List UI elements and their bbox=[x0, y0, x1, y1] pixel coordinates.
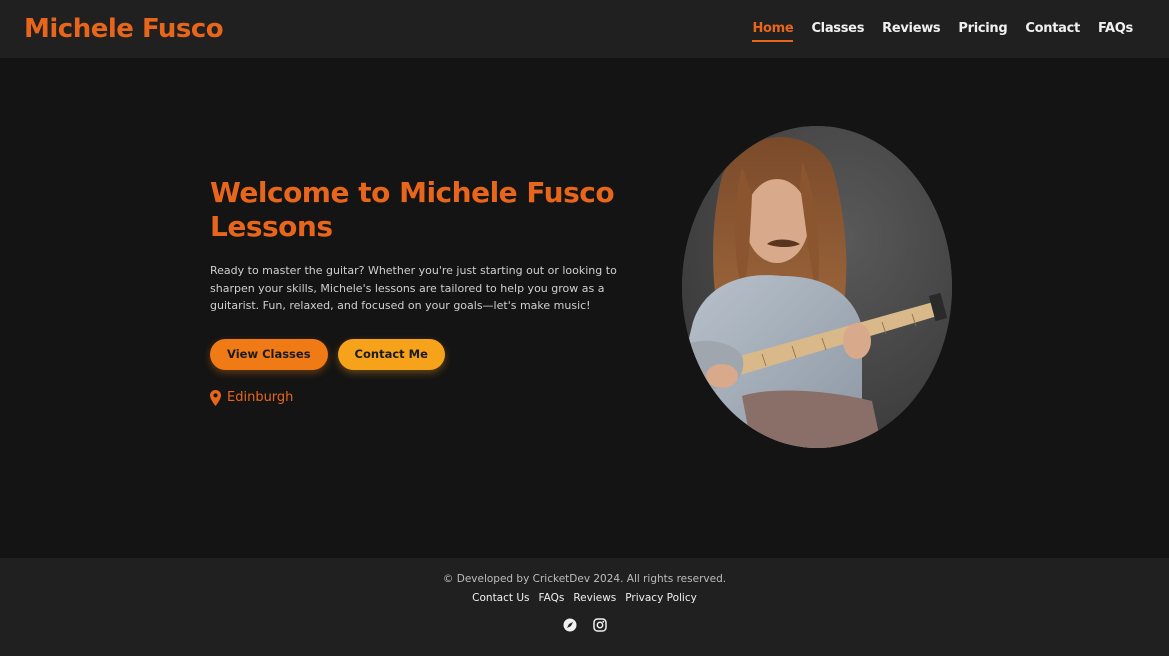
guitarist-illustration bbox=[682, 126, 952, 448]
footer-link-privacy-policy[interactable]: Privacy Policy bbox=[625, 592, 697, 604]
location: Edinburgh bbox=[210, 389, 650, 406]
instagram-icon[interactable] bbox=[592, 617, 607, 632]
hero-description: Ready to master the guitar? Whether you'… bbox=[210, 264, 617, 312]
hero-text: Welcome to Michele Fusco Lessons Ready t… bbox=[210, 176, 650, 406]
nav-links: Home Classes Reviews Pricing Contact FAQ… bbox=[752, 17, 1133, 42]
footer-link-reviews[interactable]: Reviews bbox=[573, 592, 616, 604]
nav-link-pricing[interactable]: Pricing bbox=[958, 17, 1007, 42]
nav-link-reviews[interactable]: Reviews bbox=[882, 17, 941, 42]
nav-link-contact[interactable]: Contact bbox=[1025, 17, 1080, 42]
nav-link-home[interactable]: Home bbox=[752, 17, 794, 42]
guitarist-photo bbox=[682, 126, 952, 448]
hero-buttons: View Classes Contact Me bbox=[210, 338, 650, 370]
footer-links: Contact Us FAQs Reviews Privacy Policy bbox=[0, 592, 1169, 604]
social-links bbox=[0, 617, 1169, 632]
nav-link-faqs[interactable]: FAQs bbox=[1098, 17, 1133, 42]
hero-section: Welcome to Michele Fusco Lessons Ready t… bbox=[0, 58, 1169, 558]
map-pin-icon bbox=[210, 389, 221, 406]
footer-link-contact-us[interactable]: Contact Us bbox=[472, 592, 529, 604]
hero-title: Welcome to Michele Fusco Lessons bbox=[210, 176, 615, 243]
footer-link-faqs[interactable]: FAQs bbox=[539, 592, 565, 604]
navbar: Michele Fusco Home Classes Reviews Prici… bbox=[0, 0, 1169, 58]
location-label: Edinburgh bbox=[227, 390, 294, 405]
compass-icon[interactable] bbox=[563, 617, 577, 632]
footer: © Developed by CricketDev 2024. All righ… bbox=[0, 558, 1169, 656]
brand-logo[interactable]: Michele Fusco bbox=[24, 14, 224, 44]
nav-link-classes[interactable]: Classes bbox=[811, 17, 864, 42]
view-classes-button[interactable]: View Classes bbox=[210, 338, 328, 370]
copyright-text: © Developed by CricketDev 2024. All righ… bbox=[442, 573, 727, 585]
contact-me-button[interactable]: Contact Me bbox=[337, 338, 445, 370]
